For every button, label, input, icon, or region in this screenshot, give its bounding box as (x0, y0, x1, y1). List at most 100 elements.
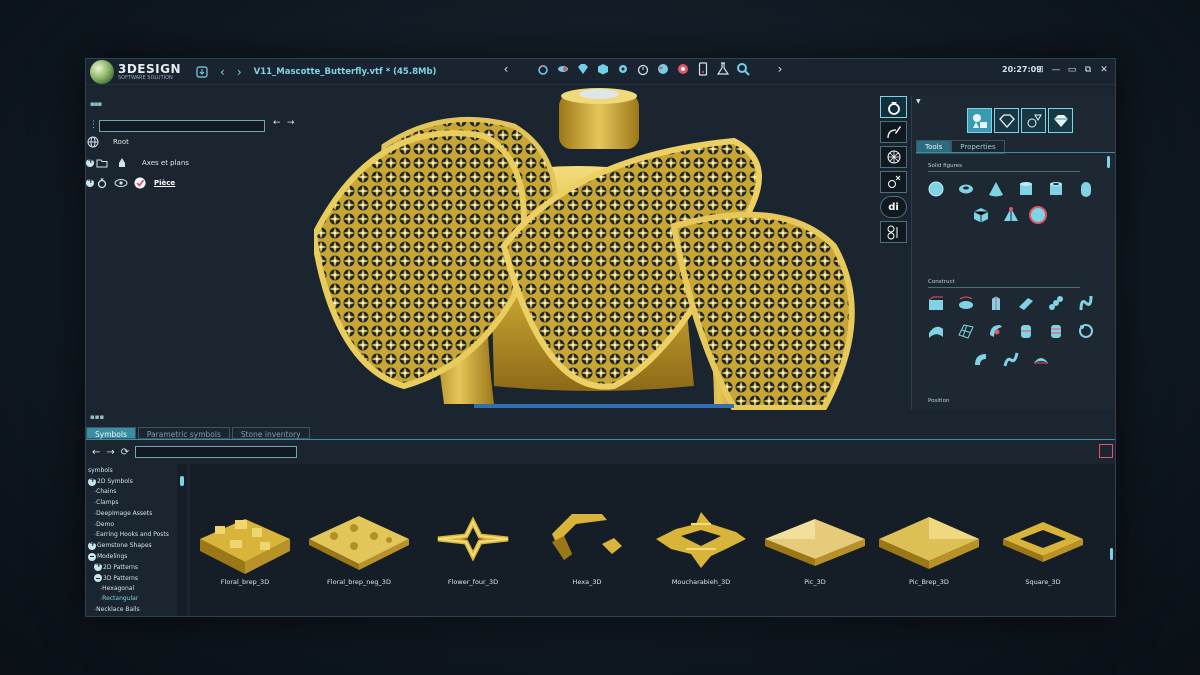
panel-dropdown-icon[interactable]: ▼ (916, 98, 921, 105)
library-tree-item[interactable]: - Demo (94, 521, 114, 528)
sweep-icon[interactable] (1018, 295, 1034, 311)
tree-scrollbar[interactable] (177, 464, 187, 616)
ring-tab-icon[interactable] (880, 96, 907, 118)
expand-icon[interactable] (86, 176, 95, 187)
revolve-icon[interactable] (988, 295, 1004, 311)
mesh-tab-icon[interactable] (880, 146, 907, 168)
help-icon[interactable]: ⊡ (1033, 64, 1047, 76)
shapes-mode-icon[interactable] (967, 108, 992, 133)
library-expand-icon[interactable] (1099, 444, 1113, 458)
timer-tool-icon[interactable] (636, 62, 650, 76)
settings-ring-tab-icon[interactable] (880, 171, 907, 193)
eye-icon[interactable] (114, 178, 128, 188)
tree-forward-icon[interactable]: → (287, 118, 295, 128)
library-refresh-icon[interactable]: ⟳ (121, 447, 129, 458)
minimize-icon[interactable]: — (1049, 64, 1063, 76)
cylinder-icon[interactable] (1018, 181, 1034, 197)
tree-back-icon[interactable]: ← (273, 118, 281, 128)
library-tree-item[interactable]: - Hexagonal (100, 585, 134, 592)
save-icon[interactable] (196, 65, 208, 78)
tab-parametric-symbols[interactable]: Parametric symbols (137, 427, 230, 439)
shell-icon[interactable] (988, 323, 1004, 339)
torus-icon[interactable] (958, 181, 974, 197)
phone-tool-icon[interactable] (696, 62, 710, 76)
library-tree-item[interactable]: Gemstone Shapes (88, 539, 152, 550)
3d-viewport[interactable]: ▪▪▪ ⋮≡ ← → Root Axes et plans Pièce (86, 86, 910, 410)
library-tree-item[interactable]: - Clamps (94, 499, 118, 506)
search-icon[interactable] (736, 62, 750, 76)
rotate-array-icon[interactable] (1078, 323, 1094, 339)
library-tree-item[interactable]: - Earring Hooks and Posts (94, 531, 169, 538)
expand-icon[interactable] (94, 560, 103, 572)
capsule-icon[interactable] (1078, 181, 1094, 197)
disc-icon[interactable] (1028, 205, 1048, 225)
library-search-input[interactable] (135, 446, 298, 458)
library-tree-item[interactable]: Modelings (88, 552, 127, 561)
restore-icon[interactable]: ⧉ (1081, 64, 1095, 76)
library-tree-item[interactable]: - Chains (94, 488, 116, 495)
grid-scrollbar[interactable] (1110, 548, 1113, 560)
gem-tool-icon[interactable] (576, 62, 590, 76)
torus-tool-icon[interactable] (556, 62, 570, 76)
section-cyl-icon[interactable] (1018, 323, 1034, 339)
loft-icon[interactable] (958, 295, 974, 311)
library-tree-item[interactable]: 2D Patterns (94, 560, 138, 572)
check-icon[interactable] (134, 177, 146, 189)
library-grip-icon[interactable]: ▪▪▪ (90, 413, 104, 421)
library-tree-item[interactable]: - DeepImage Assets (94, 510, 152, 517)
collapse-icon[interactable] (94, 574, 102, 582)
library-tree-item[interactable]: - Necklace Bails (94, 606, 140, 613)
surface-icon[interactable] (928, 323, 944, 339)
cube-icon[interactable] (973, 207, 989, 223)
tab-stone-inventory[interactable]: Stone inventory (231, 427, 310, 439)
split-cyl-icon[interactable] (1048, 323, 1064, 339)
tree-search-input[interactable] (99, 120, 265, 132)
tree-scroll-thumb[interactable] (180, 476, 184, 486)
pricing-tab-icon[interactable] (880, 221, 907, 243)
redo-chevron-icon[interactable]: › (237, 65, 242, 79)
panel-scrollbar[interactable] (1107, 156, 1110, 168)
twist-icon[interactable] (1078, 295, 1094, 311)
library-tree-item[interactable]: 2D Symbols (88, 475, 133, 486)
library-tree-item[interactable]: 3D Patterns (94, 574, 138, 582)
library-tree-item[interactable]: symbols (88, 467, 113, 474)
tree-row-piece[interactable]: Pièce (86, 176, 175, 189)
wave-icon[interactable] (1003, 351, 1019, 367)
ring-gem-mode-icon[interactable] (1021, 108, 1046, 133)
grid-surface-icon[interactable] (958, 323, 974, 339)
extrude-icon[interactable] (928, 295, 944, 311)
diamond-mode-icon[interactable] (1048, 108, 1073, 133)
bend-icon[interactable] (973, 351, 989, 367)
deepimage-tab-icon[interactable]: di (880, 196, 907, 218)
ribbon-icon[interactable] (1033, 351, 1049, 367)
toolbar-prev-icon[interactable]: ‹ (499, 62, 513, 76)
expand-icon[interactable] (88, 539, 97, 550)
undo-chevron-icon[interactable]: ‹ (220, 65, 225, 79)
tree-row-root[interactable]: Root (87, 136, 129, 148)
palette-tool-icon[interactable] (656, 62, 670, 76)
expand-icon[interactable] (86, 156, 95, 167)
tab-symbols[interactable]: Symbols (86, 427, 136, 439)
library-back-icon[interactable]: ← (92, 447, 100, 458)
maximize-icon[interactable]: ▭ (1065, 64, 1079, 76)
cone-icon[interactable] (988, 181, 1004, 197)
close-icon[interactable]: ✕ (1097, 64, 1111, 76)
library-forward-icon[interactable]: → (106, 447, 114, 458)
butterfly-ring-model[interactable] (314, 86, 874, 410)
grip-icon[interactable]: ▪▪▪ (90, 100, 102, 108)
ring-tool-icon[interactable] (536, 62, 550, 76)
sphere-icon[interactable] (928, 181, 944, 197)
curve-pen-tab-icon[interactable] (880, 121, 907, 143)
gear-tool-icon[interactable] (616, 62, 630, 76)
gem-mode-icon[interactable] (994, 108, 1019, 133)
flask-tool-icon[interactable] (716, 62, 730, 76)
tube-icon[interactable] (1048, 181, 1064, 197)
pyramid-icon[interactable] (1003, 207, 1019, 223)
toolbar-next-icon[interactable]: › (773, 62, 787, 76)
cube-tool-icon[interactable] (596, 62, 610, 76)
library-tree-item[interactable]: - Rectangular (100, 595, 138, 602)
render-tool-icon[interactable] (676, 62, 690, 76)
expand-icon[interactable] (88, 475, 97, 486)
tree-row-axes[interactable]: Axes et plans (86, 156, 189, 169)
array-icon[interactable] (1048, 295, 1064, 311)
